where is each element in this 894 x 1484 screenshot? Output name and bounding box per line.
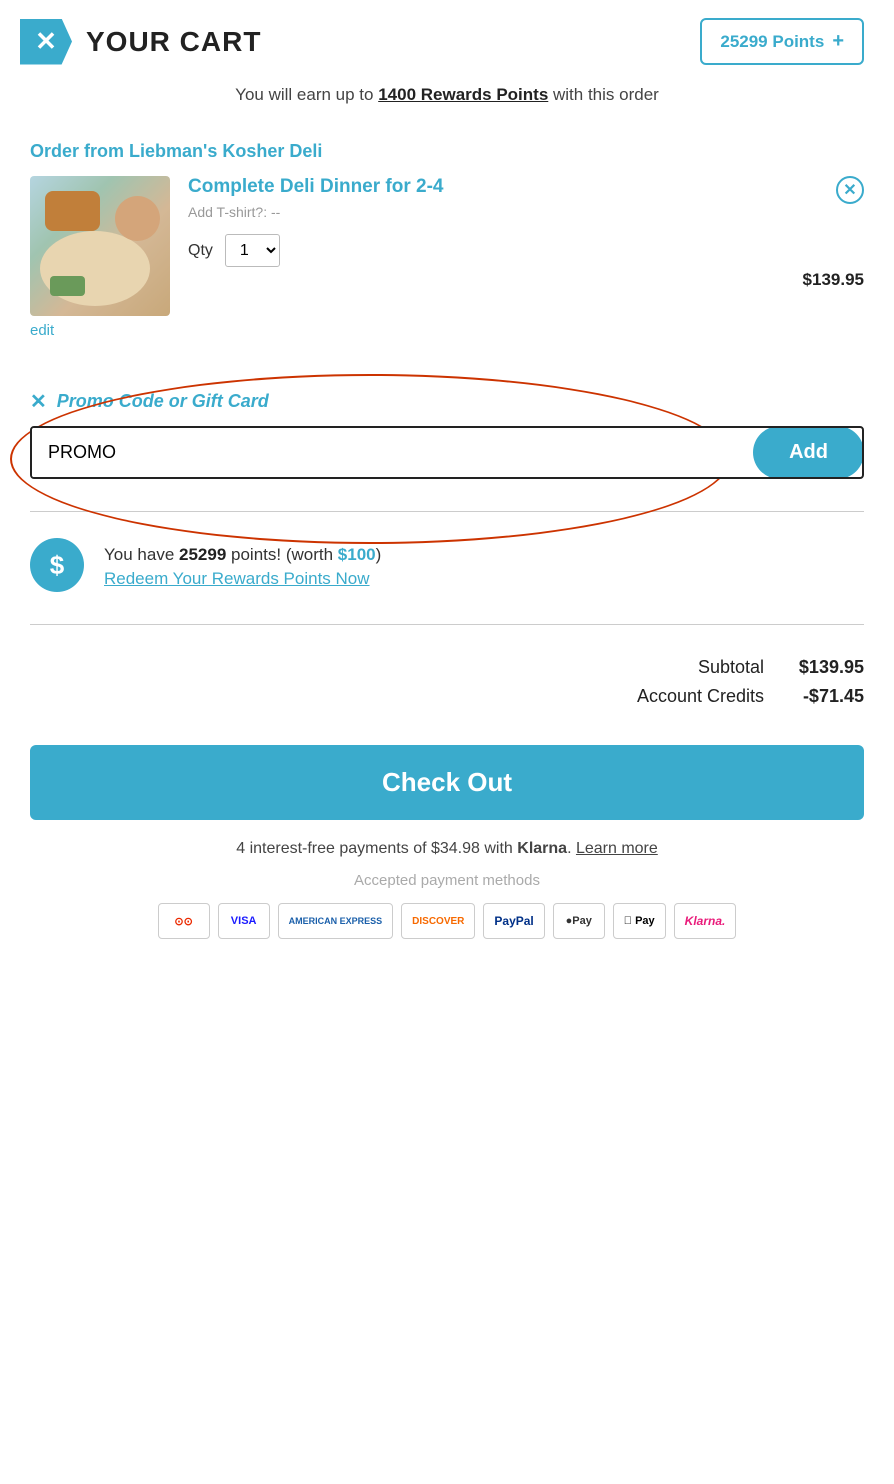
klarna-row: 4 interest-free payments of $34.98 with … bbox=[0, 840, 894, 858]
header-left: ✕ YOUR CART bbox=[20, 19, 261, 65]
earn-text-before: You will earn up to bbox=[235, 85, 378, 104]
item-name: Complete Deli Dinner for 2-4 bbox=[188, 176, 785, 198]
rewards-dollar-icon: $ bbox=[50, 550, 64, 581]
page-title: YOUR CART bbox=[86, 26, 261, 58]
credits-label: Account Credits bbox=[624, 686, 764, 707]
payment-icon-klarna: Klarna. bbox=[674, 903, 737, 939]
promo-code-label: Promo Code or Gift Card bbox=[57, 391, 269, 412]
promo-code-input[interactable] bbox=[32, 428, 753, 477]
payment-icon-paypal: PayPal bbox=[483, 903, 544, 939]
promo-x-icon[interactable]: ✕ bbox=[30, 389, 47, 414]
qty-select[interactable]: 1 2 3 4 bbox=[225, 234, 280, 267]
order-section: Order from Liebman's Kosher Deli edit Co… bbox=[0, 123, 894, 359]
promo-input-row: Add bbox=[30, 426, 864, 479]
item-qty-row: Qty 1 2 3 4 bbox=[188, 234, 785, 267]
klarna-learn-more-link[interactable]: Learn more bbox=[576, 840, 658, 857]
rewards-section: $ You have 25299 points! (worth $100) Re… bbox=[0, 528, 894, 608]
credits-row: Account Credits -$71.45 bbox=[30, 686, 864, 707]
totals-section: Subtotal $139.95 Account Credits -$71.45 bbox=[0, 641, 894, 725]
logo-icon: ✕ bbox=[20, 19, 72, 65]
payment-icon-visa: VISA bbox=[218, 903, 270, 939]
page-header: ✕ YOUR CART 25299 Points + bbox=[0, 0, 894, 75]
payment-icon-applepay:  Pay bbox=[613, 903, 666, 939]
earn-banner: You will earn up to 1400 Rewards Points … bbox=[0, 75, 894, 123]
promo-input-container: Add bbox=[30, 426, 864, 479]
restaurant-name: Liebman's Kosher Deli bbox=[129, 141, 322, 161]
payment-icons-row: ⊙⊙ VISA AMERICAN EXPRESS DISCOVER PayPal… bbox=[0, 903, 894, 969]
redeem-rewards-link[interactable]: Redeem Your Rewards Points Now bbox=[104, 569, 381, 589]
payment-icon-amex: AMERICAN EXPRESS bbox=[278, 903, 394, 939]
rewards-text-block: You have 25299 points! (worth $100) Rede… bbox=[104, 541, 381, 588]
order-from: Order from Liebman's Kosher Deli bbox=[30, 141, 864, 162]
logo-x-symbol: ✕ bbox=[35, 26, 57, 57]
promo-section: ✕ Promo Code or Gift Card Add bbox=[0, 359, 894, 495]
payment-icon-mastercard: ⊙⊙ bbox=[158, 903, 210, 939]
payment-icon-discover: DISCOVER bbox=[401, 903, 475, 939]
qty-label: Qty bbox=[188, 242, 213, 260]
points-button[interactable]: 25299 Points + bbox=[700, 18, 864, 65]
remove-x-icon: ✕ bbox=[843, 180, 856, 200]
cart-item: edit Complete Deli Dinner for 2-4 Add T-… bbox=[30, 176, 864, 339]
promo-add-button[interactable]: Add bbox=[753, 426, 864, 479]
points-label: 25299 Points bbox=[720, 32, 824, 52]
points-plus-icon: + bbox=[832, 30, 844, 53]
divider-1 bbox=[30, 511, 864, 512]
subtotal-value: $139.95 bbox=[784, 657, 864, 678]
payment-icon-gpay: ●Pay bbox=[553, 903, 605, 939]
earn-points-amount: 1400 Rewards Points bbox=[378, 85, 548, 104]
promo-label: ✕ Promo Code or Gift Card bbox=[30, 389, 864, 414]
divider-2 bbox=[30, 624, 864, 625]
item-remove-button[interactable]: ✕ bbox=[836, 176, 864, 204]
item-addon: Add T-shirt?: -- bbox=[188, 204, 785, 220]
credits-value: -$71.45 bbox=[784, 686, 864, 707]
item-details: Complete Deli Dinner for 2-4 Add T-shirt… bbox=[188, 176, 785, 267]
subtotal-label: Subtotal bbox=[624, 657, 764, 678]
payment-methods-label: Accepted payment methods bbox=[0, 872, 894, 889]
rewards-text: You have 25299 points! (worth $100) bbox=[104, 541, 381, 568]
item-image bbox=[30, 176, 170, 316]
subtotal-row: Subtotal $139.95 bbox=[30, 657, 864, 678]
earn-text-after: with this order bbox=[548, 85, 659, 104]
item-edit-link[interactable]: edit bbox=[30, 322, 54, 339]
rewards-icon: $ bbox=[30, 538, 84, 592]
order-from-label: Order from bbox=[30, 141, 129, 161]
checkout-button[interactable]: Check Out bbox=[30, 745, 864, 820]
item-price: $139.95 bbox=[803, 270, 864, 290]
